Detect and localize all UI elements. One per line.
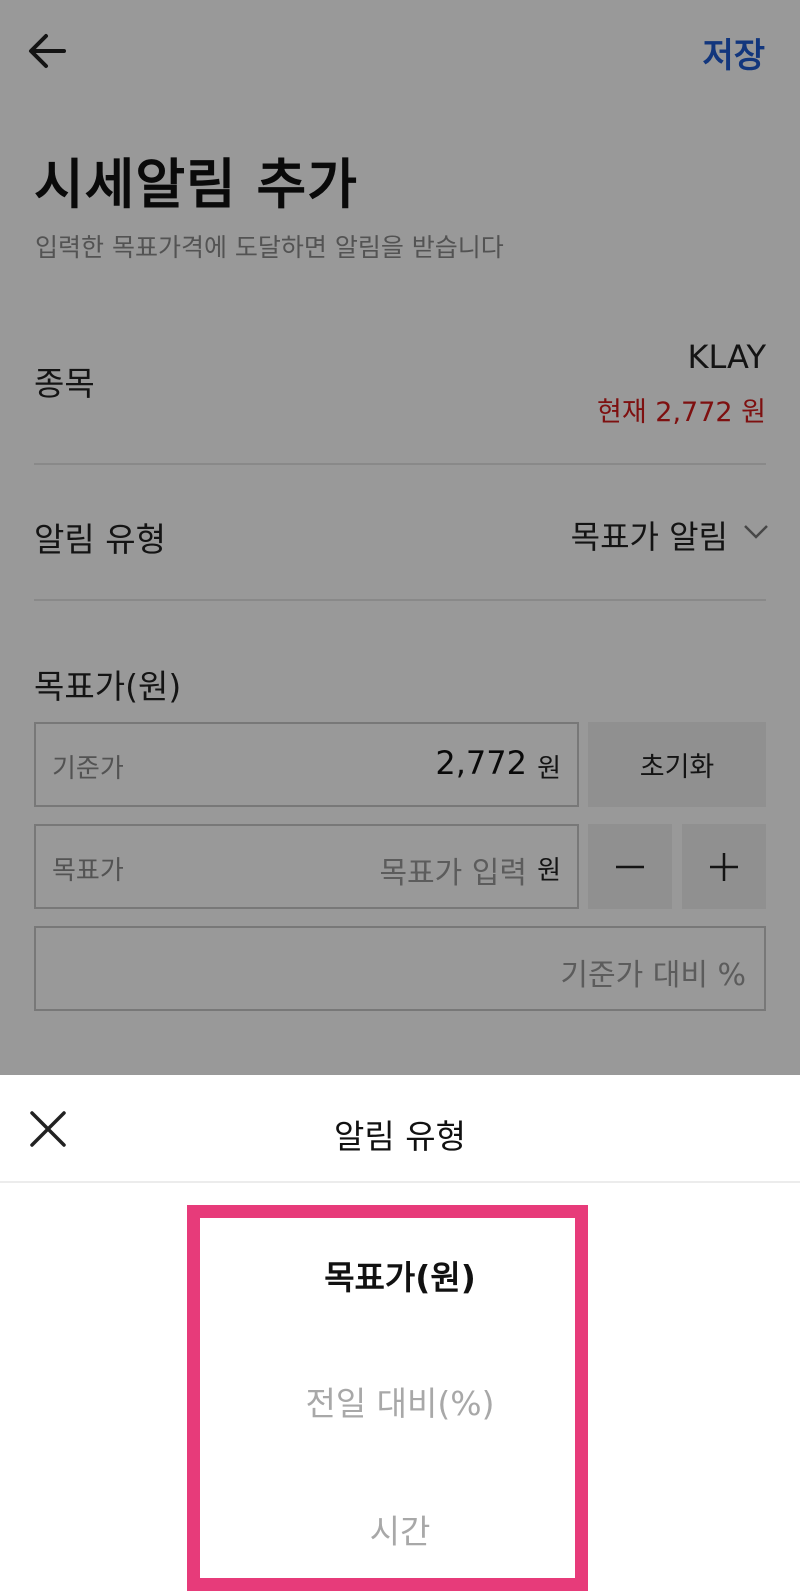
dim-overlay[interactable] — [0, 0, 800, 1075]
divider — [0, 1181, 800, 1183]
sheet-title: 알림 유형 — [334, 1117, 466, 1156]
alert-type-sheet: 알림 유형 목표가(원) 전일 대비(%) 시간 — [0, 1075, 800, 1593]
highlight-box — [187, 1205, 588, 1591]
